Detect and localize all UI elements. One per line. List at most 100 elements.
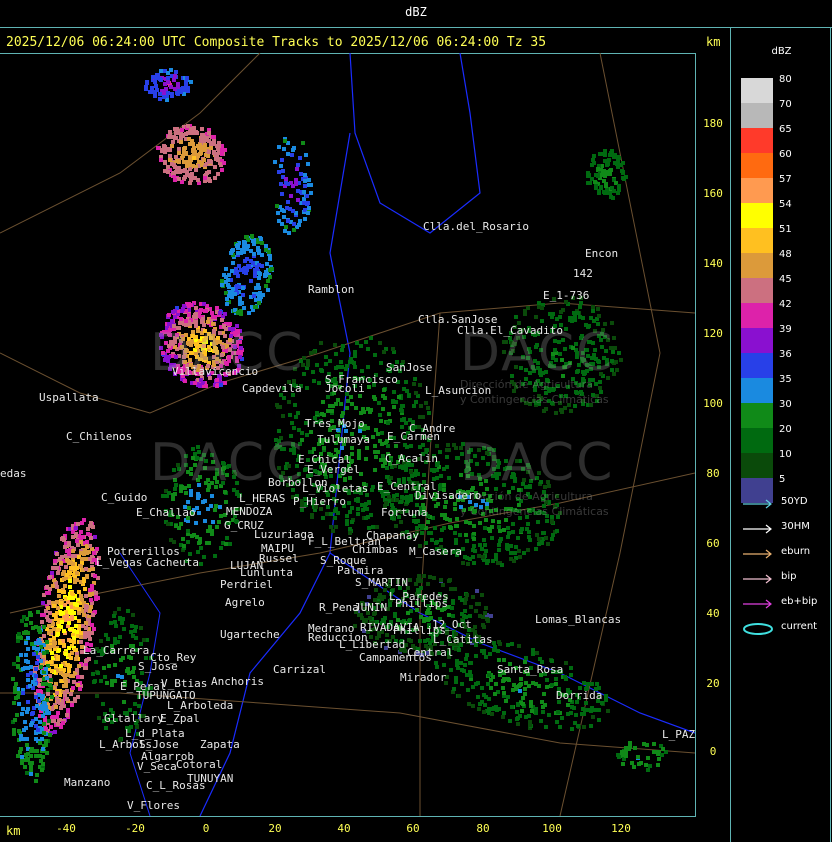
y-tick-label: 60	[706, 537, 720, 550]
x-tick-label: 40	[337, 822, 351, 835]
radar-echo-cluster	[586, 149, 628, 200]
place-label: L_PAZ	[662, 728, 695, 741]
x-tick-label: -40	[56, 822, 76, 835]
legend-swatch	[741, 103, 773, 128]
x-tick-label: 100	[542, 822, 562, 835]
place-label: Cotoral	[176, 758, 223, 771]
legend-swatch-label: 60	[779, 149, 792, 160]
title-bar-text: dBZ	[405, 5, 427, 19]
arrow-icon	[743, 499, 772, 509]
y-tick-label: 40	[706, 607, 720, 620]
legend-track-label: current	[781, 621, 818, 632]
legend-track-label: bip	[781, 571, 797, 582]
legend-swatch-label: 65	[779, 124, 792, 135]
place-label: C_L_Rosas	[146, 779, 206, 792]
place-label: L_Vegas	[96, 556, 143, 569]
legend-track-label: 50YD	[781, 496, 808, 507]
legend-swatch-label: 30	[779, 399, 792, 410]
legend-swatch-label: 48	[779, 249, 792, 260]
place-label: L_Catitas	[433, 633, 493, 646]
place-label: S_Jose	[138, 660, 178, 673]
legend-track-bip: bip	[741, 570, 831, 586]
arrow-icon	[743, 574, 772, 584]
place-label: Cacheuta	[146, 556, 199, 569]
x-tick-label: 120	[611, 822, 631, 835]
y-tick-label: 180	[703, 117, 723, 130]
legend-swatch	[741, 78, 773, 103]
legend-swatch-label: 51	[779, 224, 792, 235]
place-label: 12_Oct	[432, 618, 472, 631]
legend-swatch-label: 35	[779, 374, 792, 385]
arrow-icon	[743, 599, 772, 609]
place-label: E_Challao	[136, 506, 196, 519]
legend-track-label: eb+bip	[781, 596, 818, 607]
place-label: Campamentos	[359, 651, 432, 664]
x-tick-label: 80	[476, 822, 490, 835]
place-label: Luzuriaga	[254, 528, 314, 541]
radar-echo-cluster	[616, 741, 668, 772]
place-label: L_Asuncion	[425, 384, 492, 397]
watermark-subtitle: y Contingencias Climáticas	[460, 505, 609, 518]
header-timestamp: 2025/12/06 06:24:00 UTC Composite Tracks…	[6, 35, 547, 50]
radar-echo-cluster	[220, 234, 274, 316]
legend-swatch	[741, 378, 773, 403]
legend-swatch	[741, 178, 773, 203]
legend-swatch	[741, 228, 773, 253]
legend-swatch	[741, 428, 773, 453]
place-label: Mirador	[400, 671, 447, 684]
place-label: L_Arboleda	[167, 699, 234, 712]
place-label: V_Seca	[137, 760, 177, 773]
radar-map[interactable]: DACC DACC DACC DACC Dirección de Agricul…	[0, 53, 695, 816]
x-tick-label: 0	[202, 822, 210, 835]
place-label: C_Chilenos	[66, 430, 133, 443]
y-axis-unit: km	[706, 35, 721, 49]
place-label: Capdevila	[242, 382, 302, 395]
legend-swatch-label: 70	[779, 99, 792, 110]
legend-swatch-label: 80	[779, 74, 792, 85]
place-label: Perdriel	[220, 578, 273, 591]
x-tick-label: 60	[406, 822, 420, 835]
legend-swatch	[741, 303, 773, 328]
place-label: Uspallata	[39, 391, 99, 404]
place-label: Russel	[259, 552, 299, 565]
y-tick-label: 120	[703, 327, 723, 340]
radar-echo-cluster	[11, 610, 54, 783]
legend-swatch	[741, 328, 773, 353]
y-tick-label: 100	[703, 397, 723, 410]
legend-swatch-label: 36	[779, 349, 792, 360]
legend-swatch	[741, 128, 773, 153]
place-label: Zapata	[200, 738, 240, 751]
place-label: P_Hierro	[293, 495, 346, 508]
legend-track-30hm: 30HM	[741, 520, 831, 536]
legend-swatch	[741, 153, 773, 178]
radar-echo-cluster	[273, 137, 313, 235]
legend-swatch	[741, 353, 773, 378]
x-tick-label: 20	[268, 822, 282, 835]
place-label: E_Vergel	[307, 463, 360, 476]
place-label: Clla.El_Cavadito	[457, 324, 563, 337]
place-label: Lomas_Blancas	[535, 613, 622, 626]
place-label: S_MARTIN	[355, 576, 408, 589]
legend-swatch-label: 10	[779, 449, 792, 460]
legend-swatch	[741, 403, 773, 428]
place-label: Fortuna	[381, 506, 428, 519]
place-label: Jocoli	[325, 382, 365, 395]
place-label: edas	[0, 467, 27, 480]
watermark-brand: DACC	[460, 433, 615, 493]
place-label: Carrizal	[273, 663, 326, 676]
legend-swatch-label: 57	[779, 174, 792, 185]
place-label: Santa_Rosa	[497, 663, 564, 676]
legend-swatch-label: 45	[779, 274, 792, 285]
legend-track-current: current	[741, 620, 831, 636]
frame-line-top	[0, 27, 832, 28]
arrow-icon	[743, 524, 772, 534]
legend-swatch	[741, 253, 773, 278]
place-label: R_Pena	[319, 601, 359, 614]
place-label: Ramblon	[308, 283, 355, 296]
place-label: E_Zpal	[160, 712, 200, 725]
ellipse-icon	[743, 623, 773, 635]
place-label: Phillips	[395, 597, 448, 610]
frame-line-map-bottom	[0, 816, 696, 817]
place-label: Villavicencio	[172, 365, 259, 378]
place-label: E_Carmen	[387, 430, 440, 443]
